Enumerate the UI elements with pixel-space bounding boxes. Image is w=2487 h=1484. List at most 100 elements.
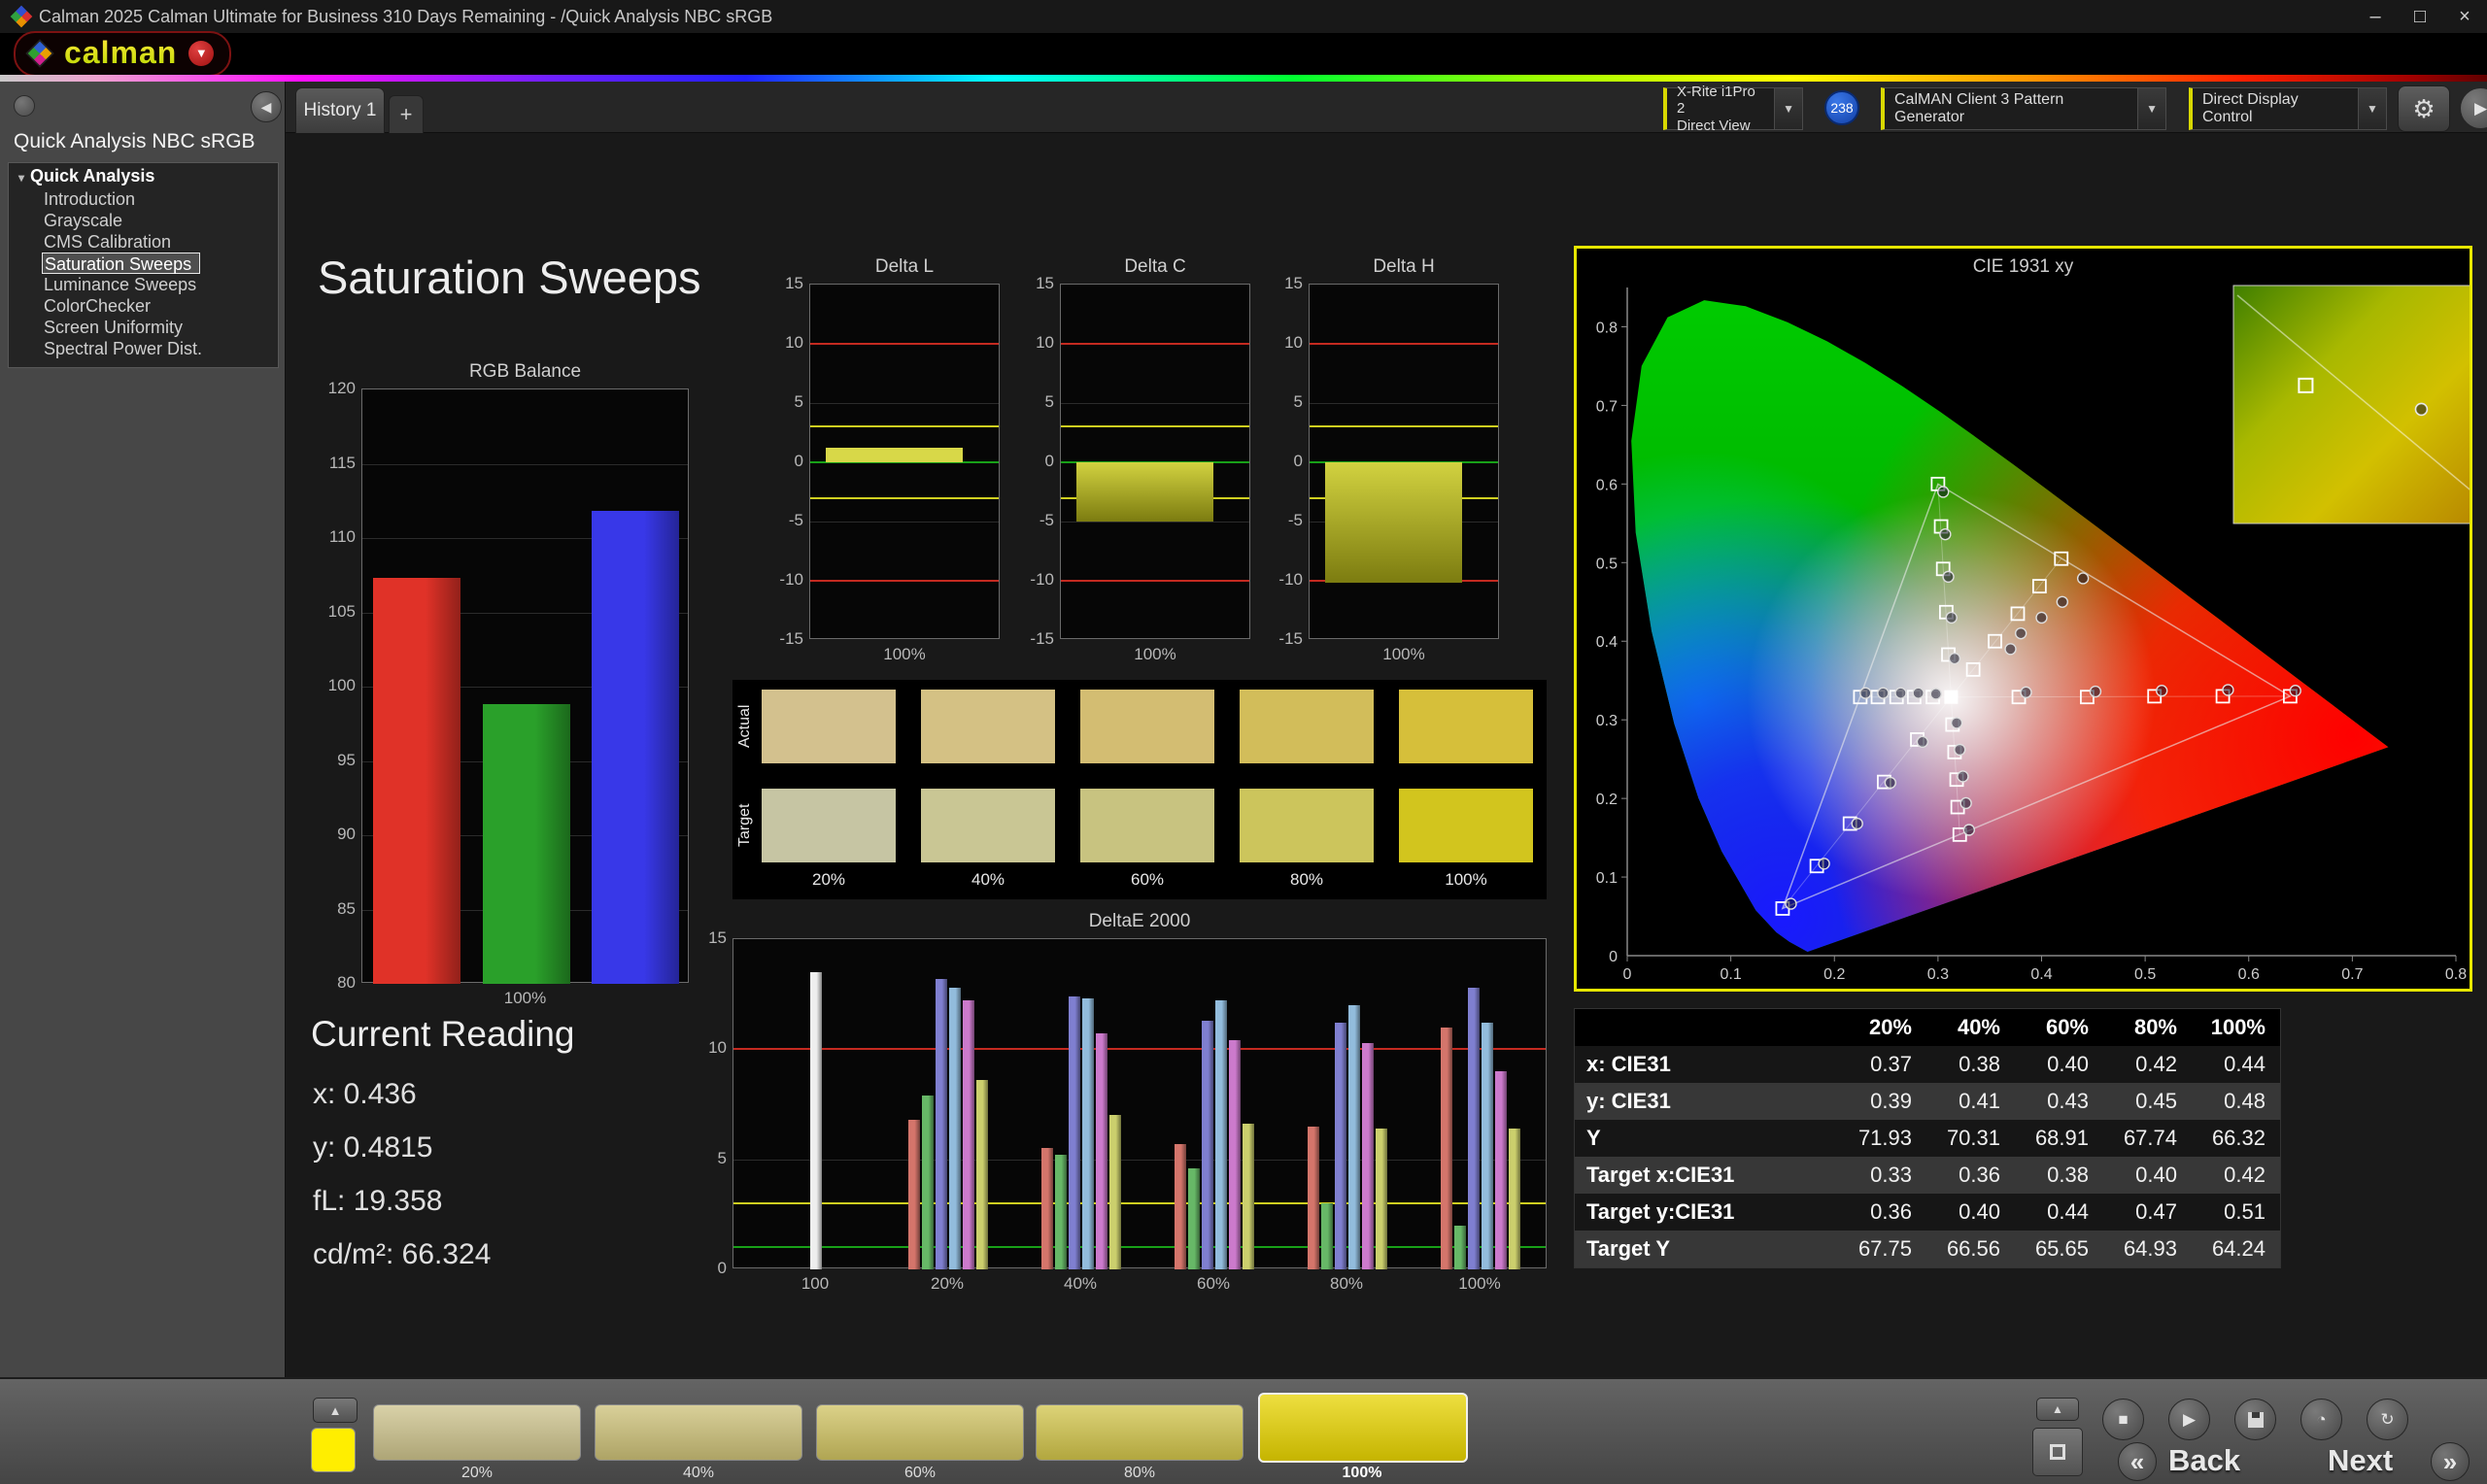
cell-value: 0.45 (2135, 1089, 2177, 1113)
row-label: Target y:CIE31 (1586, 1199, 1735, 1224)
cell-value: 0.38 (2047, 1163, 2089, 1187)
calman-logo[interactable]: calman ▼ (14, 31, 232, 77)
sidebar-collapse-button[interactable]: ◀ (251, 91, 282, 122)
pattern-swatch-100[interactable] (1258, 1393, 1468, 1463)
minimize-button[interactable]: – (2353, 6, 2398, 28)
pattern-swatch-80[interactable] (1036, 1404, 1244, 1461)
deltae-bar (1308, 1126, 1319, 1269)
bottom-pattern-bar: ▲ 20% 40% 60% 80% 100% ▲ ■ ▶ ◔ ↻ « Back Next » (0, 1377, 2487, 1484)
logo-menu-button[interactable]: ▼ (188, 40, 215, 66)
delta-h-xlabel: 100% (1382, 645, 1425, 663)
table-row: y: CIE31 0.39 0.41 0.43 0.45 0.48 (1575, 1083, 2280, 1120)
deltae-2000-title: DeltaE 2000 (1088, 911, 1191, 931)
pattern-swatch-40[interactable] (595, 1404, 802, 1461)
deltae-bar (1321, 1203, 1333, 1269)
pattern-swatch-20[interactable] (373, 1404, 581, 1461)
reading-y: y: 0.4815 (313, 1131, 433, 1164)
deltae-bar (908, 1119, 920, 1269)
swatch-target-40 (921, 789, 1055, 862)
save-button[interactable] (2234, 1399, 2276, 1440)
deltae-bar (963, 1000, 974, 1269)
settings-button[interactable]: ⚙ (2398, 85, 2450, 132)
maximize-button[interactable]: □ (2398, 6, 2442, 28)
calman-app-window: Calman 2025 Calman Ultimate for Business… (0, 0, 2487, 1484)
sidebar-item-spectral-power-dist[interactable]: Spectral Power Dist. (9, 338, 278, 359)
cell-value: 0.39 (1870, 1089, 1912, 1113)
page-title: Saturation Sweeps (318, 252, 701, 303)
cell-value: 64.93 (2123, 1236, 2177, 1261)
svg-text:0.3: 0.3 (1596, 713, 1618, 729)
deltae-bar (949, 987, 961, 1269)
delta-c-plot (1060, 284, 1250, 639)
title-bar: Calman 2025 Calman Ultimate for Business… (0, 0, 2487, 33)
swatch-target-80 (1240, 789, 1374, 862)
chevron-down-icon[interactable]: ▼ (2137, 88, 2165, 129)
next-label[interactable]: Next (2328, 1443, 2393, 1478)
sidebar-item-introduction[interactable]: Introduction (9, 188, 278, 210)
pattern-window-button[interactable] (2032, 1428, 2083, 1476)
active-pattern-swatch[interactable] (311, 1428, 356, 1472)
chevron-down-icon[interactable]: ▼ (1774, 88, 1802, 129)
play-button[interactable]: ▶ (2168, 1399, 2210, 1440)
row-label: y: CIE31 (1586, 1089, 1671, 1113)
sidebar-item-saturation-sweeps[interactable]: Saturation Sweeps (42, 253, 201, 274)
svg-text:0: 0 (1609, 949, 1618, 965)
cell-value: 66.32 (2211, 1126, 2266, 1150)
pattern-generator-dropdown[interactable]: CalMAN Client 3 Pattern Generator ▼ (1881, 87, 2166, 130)
stop-button[interactable]: ■ (2102, 1399, 2144, 1440)
swatch-target-60 (1080, 789, 1214, 862)
deltae-bar (1495, 1071, 1507, 1269)
calman-diamond-icon (25, 38, 54, 68)
meter-mode: Direct View (1677, 117, 1751, 134)
back-button[interactable]: « (2118, 1442, 2157, 1481)
next-button[interactable]: » (2431, 1442, 2470, 1481)
deltae-bar (1468, 987, 1480, 1269)
table-row: Y 71.93 70.31 68.91 67.74 66.32 (1575, 1120, 2280, 1157)
sidebar-item-colorchecker[interactable]: ColorChecker (9, 295, 278, 317)
pattern-swatch-60[interactable] (816, 1404, 1024, 1461)
deltae-bar (922, 1095, 934, 1269)
close-button[interactable]: × (2442, 6, 2487, 28)
sidebar-item-luminance-sweeps[interactable]: Luminance Sweeps (9, 274, 278, 295)
logo-bar: calman ▼ (0, 31, 2487, 77)
svg-text:0.8: 0.8 (2445, 966, 2467, 983)
cell-value: 67.74 (2123, 1126, 2177, 1150)
swatch-target-100 (1399, 789, 1533, 862)
meter-status-badge: 238 (1824, 90, 1859, 125)
tab-history-1[interactable]: History 1 (295, 87, 385, 133)
deltae-bar (1482, 1023, 1493, 1269)
add-tab-button[interactable]: + (389, 95, 424, 133)
cell-value: 0.43 (2047, 1089, 2089, 1113)
transport-popup-button[interactable]: ▲ (2036, 1398, 2079, 1421)
rgb-balance-xlabel: 100% (503, 989, 547, 1007)
svg-text:0.6: 0.6 (2238, 966, 2260, 983)
svg-text:0.5: 0.5 (2134, 966, 2156, 983)
delta-c-xlabel: 100% (1134, 645, 1176, 663)
display-control-label: Direct Display Control (2202, 90, 2299, 125)
cell-value: 0.37 (1870, 1052, 1912, 1076)
sidebar-item-cms-calibration[interactable]: CMS Calibration (9, 231, 278, 253)
reading-x: x: 0.436 (313, 1078, 417, 1110)
deltae-bar (1335, 1023, 1346, 1269)
svg-text:0.1: 0.1 (1596, 870, 1618, 887)
sidebar-item-screen-uniformity[interactable]: Screen Uniformity (9, 317, 278, 338)
sidebar-pin-icon[interactable] (14, 95, 35, 117)
sidebar-item-grayscale[interactable]: Grayscale (9, 210, 278, 231)
current-reading-heading: Current Reading (311, 1014, 575, 1054)
display-control-dropdown[interactable]: Direct Display Control ▼ (2189, 87, 2387, 130)
pattern-popup-button[interactable]: ▲ (313, 1398, 358, 1423)
tree-root-quick-analysis[interactable]: ▾ Quick Analysis (9, 163, 278, 188)
back-label[interactable]: Back (2168, 1443, 2240, 1478)
deltae-bar (1175, 1143, 1186, 1269)
meter-dropdown[interactable]: X-Rite i1Pro 2 Direct View ▼ (1663, 84, 1803, 134)
gauge-button[interactable]: ◔ (2300, 1399, 2342, 1440)
refresh-button[interactable]: ↻ (2367, 1399, 2408, 1440)
deltae-xtick: 100 (801, 1274, 830, 1293)
delta-c-title: Delta C (1124, 256, 1186, 277)
deltae-bar (1441, 1027, 1452, 1269)
pattern-window-icon (2050, 1444, 2065, 1460)
svg-text:0.5: 0.5 (1596, 556, 1618, 572)
tree-expand-icon[interactable]: ▾ (18, 171, 24, 185)
chevron-down-icon[interactable]: ▼ (2357, 88, 2386, 129)
workflow-tree: ▾ Quick Analysis Introduction Grayscale CMS… (8, 162, 279, 368)
